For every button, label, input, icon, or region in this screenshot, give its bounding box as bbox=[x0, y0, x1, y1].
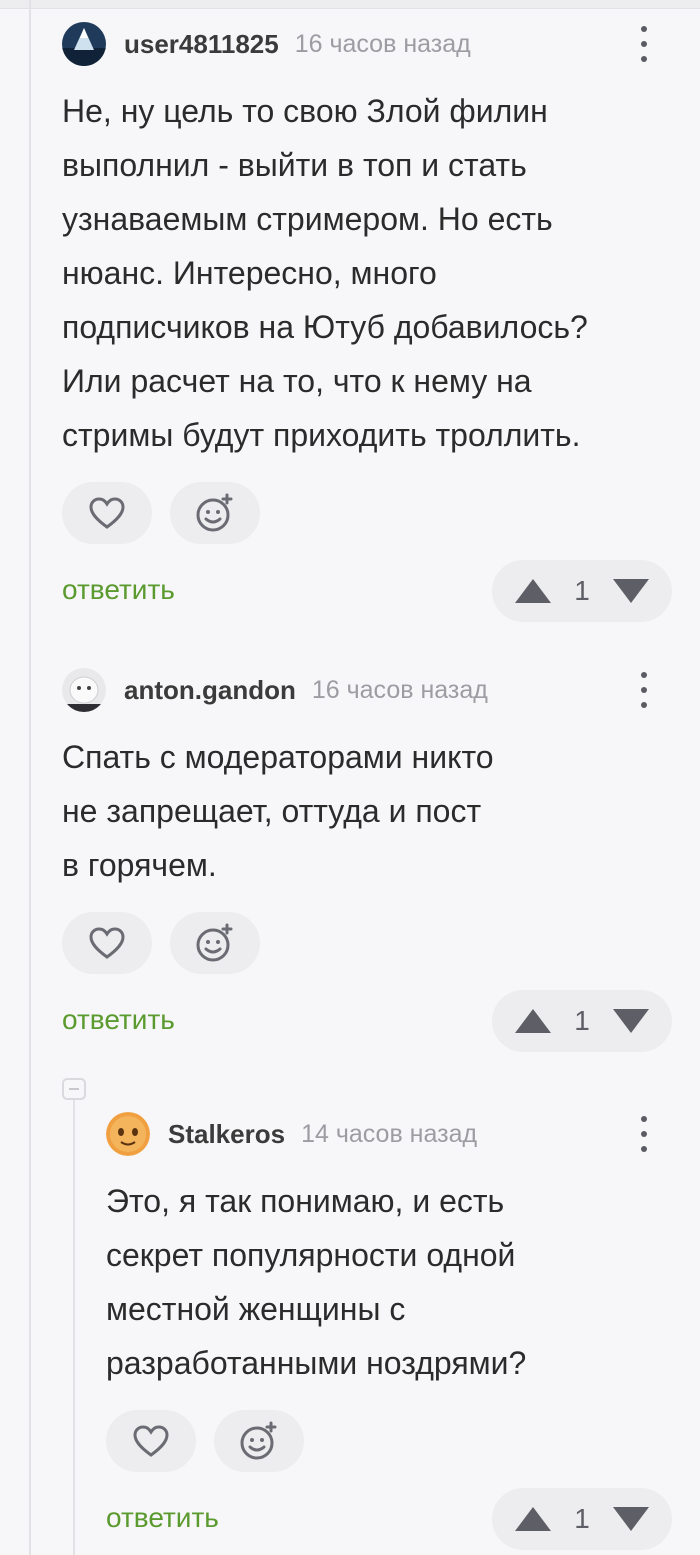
triangle-down-icon[interactable] bbox=[611, 1505, 651, 1533]
rating-count: 1 bbox=[574, 575, 590, 606]
comment-text: Не, ну цель то свою Злой филин выполнил … bbox=[62, 93, 588, 453]
add-emoji-icon bbox=[196, 923, 233, 962]
reply-link[interactable]: ответить bbox=[106, 1502, 219, 1534]
rating-count: 1 bbox=[574, 1503, 590, 1534]
timestamp[interactable]: 14 часов назад bbox=[301, 1120, 477, 1149]
comment: anton.gandon 16 часов назад Спать с моде… bbox=[62, 666, 672, 1054]
kebab-menu-icon[interactable] bbox=[640, 26, 648, 62]
comment-header: user4811825 16 часов назад bbox=[62, 20, 672, 68]
add-emoji-button[interactable] bbox=[170, 482, 260, 544]
heart-icon bbox=[133, 1425, 169, 1457]
rating-control: 1 bbox=[492, 560, 672, 622]
timestamp[interactable]: 16 часов назад bbox=[295, 30, 471, 59]
comment-text: Это, я так понимаю, и есть секрет популя… bbox=[106, 1183, 527, 1381]
comment-text: Спать с модераторами никто не запрещает,… bbox=[62, 739, 494, 883]
kebab-menu-icon[interactable] bbox=[640, 672, 648, 708]
rating-count: 1 bbox=[574, 1005, 590, 1036]
like-button[interactable] bbox=[62, 912, 152, 974]
add-emoji-button[interactable] bbox=[170, 912, 260, 974]
avatar[interactable] bbox=[106, 1112, 150, 1156]
triangle-up-icon[interactable] bbox=[513, 1007, 553, 1035]
avatar[interactable] bbox=[62, 668, 106, 712]
reply-link[interactable]: ответить bbox=[62, 1004, 175, 1036]
heart-icon bbox=[89, 497, 125, 529]
top-bar bbox=[0, 0, 700, 9]
rating-control: 1 bbox=[492, 990, 672, 1052]
triangle-down-icon[interactable] bbox=[611, 1007, 651, 1035]
reply-link[interactable]: ответить bbox=[62, 574, 175, 606]
comment-header: anton.gandon 16 часов назад bbox=[62, 666, 672, 714]
add-emoji-button[interactable] bbox=[214, 1410, 304, 1472]
username[interactable]: Stalkeros bbox=[168, 1119, 285, 1150]
like-button[interactable] bbox=[62, 482, 152, 544]
nested-comment: Stalkeros 14 часов назад Это, я так пони… bbox=[106, 1110, 672, 1552]
collapse-thread-button[interactable] bbox=[62, 1078, 86, 1100]
heart-icon bbox=[89, 927, 125, 959]
comment: user4811825 16 часов назад Не, ну цель т… bbox=[62, 20, 672, 624]
triangle-down-icon[interactable] bbox=[611, 577, 651, 605]
timestamp[interactable]: 16 часов назад bbox=[312, 676, 488, 705]
like-button[interactable] bbox=[106, 1410, 196, 1472]
add-emoji-icon bbox=[240, 1421, 277, 1460]
avatar[interactable] bbox=[62, 22, 106, 66]
triangle-up-icon[interactable] bbox=[513, 1505, 553, 1533]
thread-line bbox=[29, 0, 31, 1555]
triangle-up-icon[interactable] bbox=[513, 577, 553, 605]
kebab-menu-icon[interactable] bbox=[640, 1116, 648, 1152]
username[interactable]: user4811825 bbox=[124, 29, 279, 60]
add-emoji-icon bbox=[196, 493, 233, 532]
nested-thread-line bbox=[73, 1100, 75, 1555]
comment-header: Stalkeros 14 часов назад bbox=[106, 1110, 672, 1158]
username[interactable]: anton.gandon bbox=[124, 675, 296, 706]
rating-control: 1 bbox=[492, 1488, 672, 1550]
